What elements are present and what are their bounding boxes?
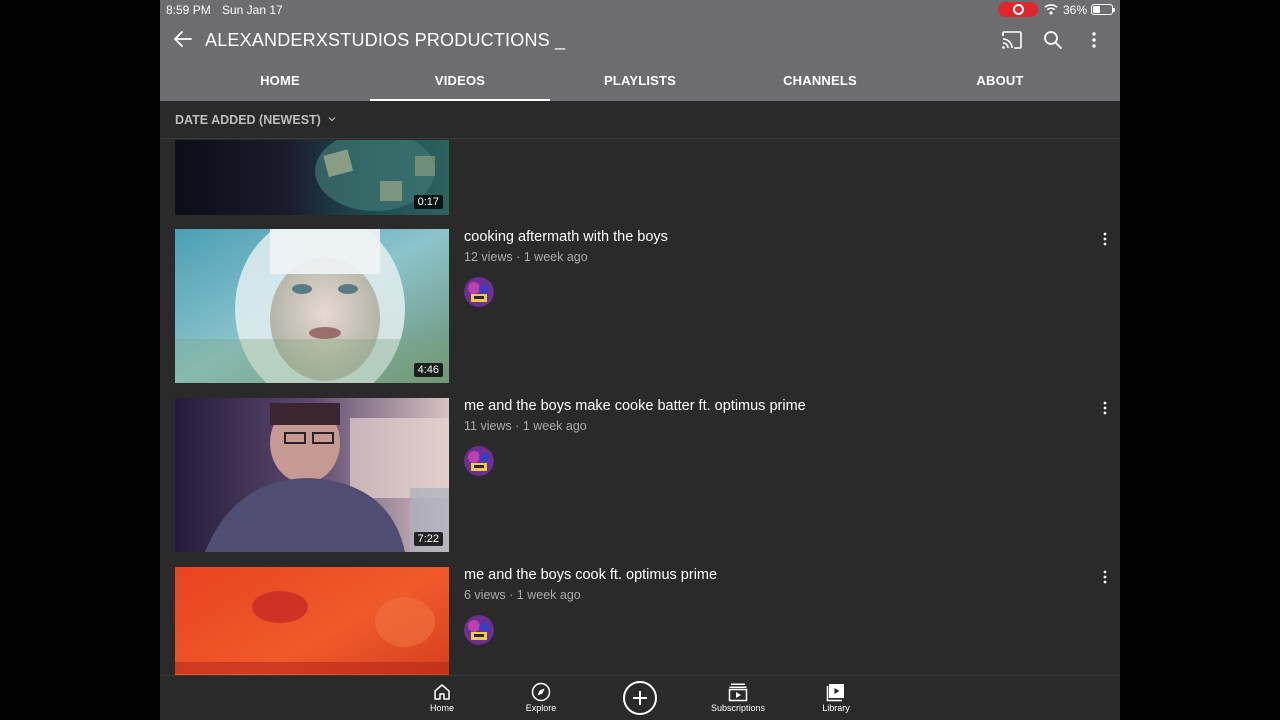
- sort-dropdown[interactable]: DATE ADDED (NEWEST): [175, 113, 336, 127]
- video-item[interactable]: 4:46 cooking aftermath with the boys 12 …: [160, 229, 1120, 383]
- app-screen: 8:59 PM Sun Jan 17 36% ALEXANDERXSTUDIOS…: [160, 0, 1120, 720]
- video-more-icon[interactable]: [1095, 398, 1115, 418]
- channel-avatar[interactable]: [464, 277, 494, 307]
- channel-title: ALEXANDERXSTUDIOS PRODUCTIONS _: [205, 30, 566, 50]
- create-plus-icon[interactable]: [623, 681, 657, 715]
- video-more-icon[interactable]: [1095, 567, 1115, 587]
- nav-home-label: Home: [429, 703, 454, 713]
- status-date: Sun Jan 17: [222, 3, 283, 17]
- bottom-navigation: Home Explore Subscriptions Library: [160, 675, 1120, 720]
- status-bar: 8:59 PM Sun Jan 17 36%: [160, 0, 1120, 20]
- video-duration: 7:22: [413, 532, 443, 546]
- tab-channels[interactable]: CHANNELS: [730, 60, 910, 101]
- nav-home[interactable]: Home: [397, 682, 487, 713]
- video-duration: 0:17: [413, 195, 443, 209]
- video-item[interactable]: 7:22 me and the boys make cooke batter f…: [160, 398, 1120, 552]
- nav-subscriptions-label: Subscriptions: [710, 703, 766, 713]
- channel-avatar[interactable]: [464, 446, 494, 476]
- video-meta: 6 views · 1 week ago: [464, 588, 581, 602]
- video-thumbnail[interactable]: [175, 567, 449, 675]
- nav-library-label: Library: [822, 703, 850, 713]
- video-meta: 11 views · 1 week ago: [464, 419, 587, 433]
- screen-recording-icon: [998, 2, 1038, 17]
- tab-home[interactable]: HOME: [190, 60, 370, 101]
- search-icon[interactable]: [1041, 28, 1065, 52]
- nav-subscriptions[interactable]: Subscriptions: [693, 682, 783, 713]
- library-icon: [826, 684, 844, 702]
- video-item[interactable]: 0:17: [160, 140, 1120, 215]
- video-duration: 4:46: [413, 363, 443, 377]
- back-arrow-icon[interactable]: [172, 28, 194, 50]
- sort-bar: DATE ADDED (NEWEST): [160, 101, 1120, 139]
- channel-tabs: HOME VIDEOS PLAYLISTS CHANNELS ABOUT: [190, 60, 1090, 101]
- chevron-down-icon: [328, 117, 336, 122]
- video-title[interactable]: cooking aftermath with the boys: [464, 229, 668, 245]
- cast-icon[interactable]: [1000, 28, 1024, 52]
- nav-explore[interactable]: Explore: [496, 682, 586, 713]
- sort-label: DATE ADDED (NEWEST): [175, 113, 321, 127]
- status-time: 8:59 PM: [166, 3, 211, 17]
- compass-icon: [531, 682, 551, 702]
- wifi-icon: [1044, 4, 1058, 15]
- tab-playlists[interactable]: PLAYLISTS: [550, 60, 730, 101]
- video-thumbnail[interactable]: 4:46: [175, 229, 449, 383]
- battery-percentage: 36%: [1063, 3, 1088, 17]
- channel-avatar[interactable]: [464, 615, 494, 645]
- video-item[interactable]: me and the boys cook ft. optimus prime 6…: [160, 567, 1120, 675]
- video-thumbnail[interactable]: 0:17: [175, 140, 449, 215]
- nav-library[interactable]: Library: [791, 682, 881, 713]
- nav-explore-label: Explore: [525, 703, 557, 713]
- battery-icon: [1091, 4, 1115, 15]
- subscriptions-icon: [728, 683, 748, 702]
- home-icon: [434, 684, 450, 700]
- tab-videos[interactable]: VIDEOS: [370, 60, 550, 101]
- tab-about[interactable]: ABOUT: [910, 60, 1090, 101]
- more-vert-icon[interactable]: [1082, 28, 1106, 52]
- video-meta: 12 views · 1 week ago: [464, 250, 588, 264]
- video-more-icon[interactable]: [1095, 229, 1115, 249]
- channel-header: 8:59 PM Sun Jan 17 36% ALEXANDERXSTUDIOS…: [160, 0, 1120, 101]
- video-title[interactable]: me and the boys make cooke batter ft. op…: [464, 398, 806, 414]
- video-title[interactable]: me and the boys cook ft. optimus prime: [464, 567, 717, 583]
- video-thumbnail[interactable]: 7:22: [175, 398, 449, 552]
- video-list: 0:17 4:46 cooking aftermath with the boy…: [160, 140, 1120, 675]
